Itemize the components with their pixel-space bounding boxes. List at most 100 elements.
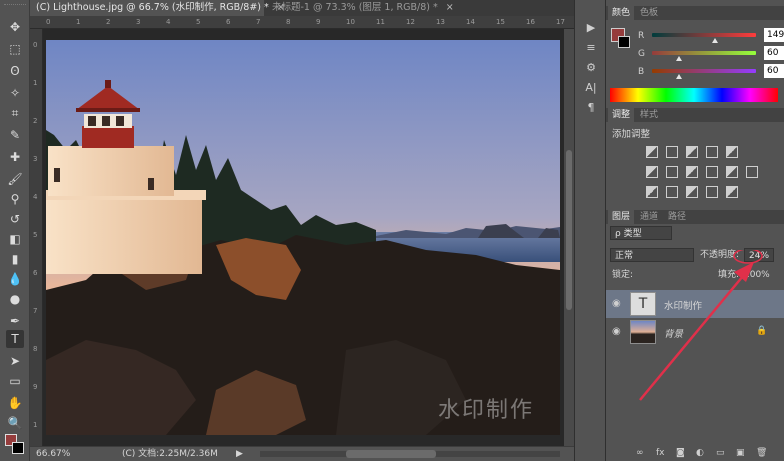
toolbar-grip[interactable] — [4, 4, 26, 8]
marquee-tool-icon[interactable]: ⬚ — [6, 40, 24, 58]
black-white-icon[interactable] — [686, 166, 698, 178]
clone-stamp-tool-icon[interactable]: ⚲ — [6, 190, 24, 208]
ruler-tick-label: 15 — [496, 18, 505, 26]
fx-icon[interactable]: fx — [656, 448, 665, 458]
horizontal-scrollbar-thumb[interactable] — [346, 450, 436, 458]
tab-adjustments[interactable]: 调整 — [608, 108, 635, 122]
history-brush-tool-icon[interactable]: ↺ — [6, 210, 24, 228]
selective-color-icon[interactable] — [706, 186, 718, 198]
tool-presets-icon[interactable]: ⚙ — [583, 60, 599, 76]
red-value-field[interactable]: 149 — [764, 28, 784, 42]
watermark-text[interactable]: 水印制作 — [438, 392, 534, 424]
status-menu-arrow[interactable]: ▶ — [236, 447, 243, 461]
tab-untitled[interactable]: 未标题-1 @ 73.3% (图层 1, RGB/8) * × — [266, 0, 466, 16]
color-lookup-icon[interactable] — [746, 166, 758, 178]
slider-knob[interactable] — [712, 38, 718, 43]
vertical-ruler[interactable]: 0 1 2 3 4 5 6 7 8 9 1 — [30, 29, 43, 446]
quick-select-tool-icon[interactable]: ✧ — [6, 84, 24, 102]
background-color-chip[interactable] — [618, 36, 630, 48]
tab-label: (C) Lighthouse.jpg @ 66.7% (水印制作, RGB/8#… — [36, 2, 269, 13]
slider-track[interactable] — [652, 33, 756, 37]
paragraph-icon[interactable]: ¶ — [583, 100, 599, 116]
document-size: (C) 文档:2.25M/2.36M — [122, 449, 218, 459]
green-value-field[interactable]: 60 — [764, 46, 784, 60]
tab-styles[interactable]: 样式 — [636, 108, 662, 122]
exposure-icon[interactable] — [706, 146, 718, 158]
posterize-icon[interactable] — [666, 186, 678, 198]
layer-filter-dropdown[interactable]: ρ 类型 — [610, 226, 672, 240]
lighthouse-image[interactable]: 水印制作 — [46, 40, 560, 435]
layers-panel-tabs: 图层 通道 路径 — [606, 210, 784, 224]
path-select-tool-icon[interactable]: ➤ — [6, 352, 24, 370]
new-layer-icon[interactable]: ▣ — [736, 448, 745, 458]
crop-tool-icon[interactable]: ⌗ — [6, 104, 24, 122]
hand-tool-icon[interactable]: ✋ — [6, 394, 24, 412]
brush-tool-icon[interactable]: 🖌 — [6, 170, 24, 188]
healing-tool-icon[interactable]: ✚ — [6, 148, 24, 166]
slider-blue[interactable]: B 60 — [636, 64, 784, 82]
photo-filter-icon[interactable] — [706, 166, 718, 178]
eye-icon[interactable]: ◉ — [612, 326, 624, 338]
ruler-tick-label: 16 — [526, 18, 535, 26]
levels-icon[interactable] — [666, 146, 678, 158]
ruler-tick-label: 1 — [76, 18, 81, 26]
channel-mixer-icon[interactable] — [726, 166, 738, 178]
vibrance-icon[interactable] — [726, 146, 738, 158]
eye-icon[interactable]: ◉ — [612, 298, 624, 310]
color-panel-tabs: 颜色 色板 — [606, 6, 784, 20]
color-balance-icon[interactable] — [666, 166, 678, 178]
eyedropper-tool-icon[interactable]: ✎ — [6, 126, 24, 144]
slider-track[interactable] — [652, 51, 756, 55]
rectangle-tool-icon[interactable]: ▭ — [6, 372, 24, 390]
blur-tool-icon[interactable]: 💧 — [6, 270, 24, 288]
lasso-tool-icon[interactable]: ʘ — [6, 62, 24, 80]
slider-red[interactable]: R 149 — [636, 28, 784, 46]
horizontal-ruler[interactable]: 0 1 2 3 4 5 6 7 8 9 10 11 12 13 14 15 16 17 — [30, 16, 574, 29]
background-color-swatch[interactable] — [12, 442, 24, 454]
hue-saturation-icon[interactable] — [646, 166, 658, 178]
close-icon[interactable]: × — [446, 0, 454, 16]
brightness-contrast-icon[interactable] — [646, 146, 658, 158]
eraser-tool-icon[interactable]: ◧ — [6, 230, 24, 248]
collapsed-panels-dock: ▶ ≡ ⚙ A| ¶ — [574, 0, 606, 461]
folder-icon[interactable]: ▭ — [716, 448, 725, 458]
slider-track[interactable] — [652, 69, 756, 73]
character-icon[interactable]: A| — [583, 80, 599, 96]
tab-color[interactable]: 颜色 — [608, 6, 635, 20]
threshold-icon[interactable] — [686, 186, 698, 198]
gradient-map-icon[interactable] — [726, 186, 738, 198]
slider-knob[interactable] — [676, 74, 682, 79]
tab-paths[interactable]: 路径 — [664, 210, 690, 224]
ruler-tick-label: 4 — [166, 18, 171, 26]
ruler-tick-label: 0 — [46, 18, 51, 26]
adjustment-icon[interactable]: ◐ — [696, 448, 704, 458]
scrollbar-thumb[interactable] — [566, 150, 572, 310]
tools-panel: ✥ ⬚ ʘ ✧ ⌗ ✎ ✚ 🖌 ⚲ ↺ ◧ ▮ 💧 ● ✒ T ➤ ▭ ✋ 🔍 — [0, 0, 30, 461]
slider-green[interactable]: G 60 — [636, 46, 784, 64]
link-icon[interactable]: ∞ — [636, 448, 644, 458]
tab-channels[interactable]: 通道 — [636, 210, 662, 224]
ruler-tick-label: 8 — [286, 18, 291, 26]
tab-swatches[interactable]: 色板 — [636, 6, 662, 20]
curves-icon[interactable] — [686, 146, 698, 158]
blue-value-field[interactable]: 60 — [764, 64, 784, 78]
ruler-tick-label: 2 — [33, 117, 38, 125]
ruler-tick-label: 17 — [556, 18, 565, 26]
tab-lighthouse[interactable]: (C) Lighthouse.jpg @ 66.7% (水印制作, RGB/8#… — [30, 0, 285, 16]
zoom-tool-icon[interactable]: 🔍 — [6, 414, 24, 432]
status-bar: 66.67% (C) 文档:2.25M/2.36M ▶ — [30, 446, 574, 461]
color-spectrum-bar[interactable] — [610, 88, 778, 102]
play-icon[interactable]: ▶ — [583, 20, 599, 36]
dodge-tool-icon[interactable]: ● — [6, 290, 24, 308]
tab-layers[interactable]: 图层 — [608, 210, 635, 224]
slider-knob[interactable] — [676, 56, 682, 61]
move-tool-icon[interactable]: ✥ — [6, 18, 24, 36]
trash-icon[interactable]: 🗑 — [756, 448, 767, 458]
type-tool-icon[interactable]: T — [6, 330, 24, 348]
history-icon[interactable]: ≡ — [583, 40, 599, 56]
invert-icon[interactable] — [646, 186, 658, 198]
zoom-level[interactable]: 66.67% — [36, 447, 70, 461]
mask-icon[interactable]: ◙ — [676, 448, 685, 458]
gradient-tool-icon[interactable]: ▮ — [6, 250, 24, 268]
pen-tool-icon[interactable]: ✒ — [6, 312, 24, 330]
